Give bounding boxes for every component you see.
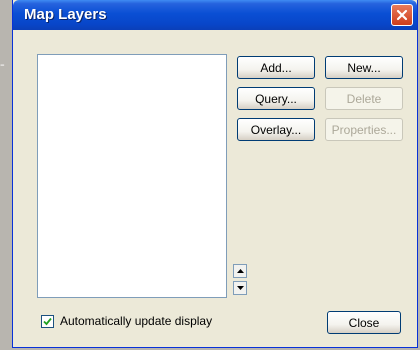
new-button[interactable]: New...	[325, 56, 403, 79]
auto-update-checkbox[interactable]	[41, 314, 54, 328]
close-button[interactable]: Close	[327, 311, 401, 334]
dialog-body: Add... New... Query... Delete Overlay...…	[16, 30, 414, 344]
map-layers-dialog: Map Layers Add... New... Query... Delete…	[12, 0, 418, 348]
title-bar[interactable]: Map Layers	[13, 0, 417, 30]
auto-update-option[interactable]: Automatically update display	[41, 314, 212, 328]
move-down-button[interactable]	[233, 281, 247, 295]
window-title: Map Layers	[24, 6, 107, 23]
close-window-button[interactable]	[391, 4, 413, 26]
checkmark-icon	[43, 317, 52, 325]
arrow-down-icon	[236, 286, 244, 290]
auto-update-label: Automatically update display	[60, 314, 213, 328]
background-artifact: -	[0, 56, 5, 72]
arrow-up-icon	[236, 269, 244, 273]
layers-list[interactable]	[37, 54, 227, 298]
close-icon	[396, 9, 408, 21]
query-button[interactable]: Query...	[237, 87, 315, 110]
add-button[interactable]: Add...	[237, 56, 315, 79]
delete-button[interactable]: Delete	[325, 87, 403, 110]
properties-button[interactable]: Properties...	[325, 118, 403, 141]
move-up-button[interactable]	[233, 264, 247, 278]
overlay-button[interactable]: Overlay...	[237, 118, 315, 141]
